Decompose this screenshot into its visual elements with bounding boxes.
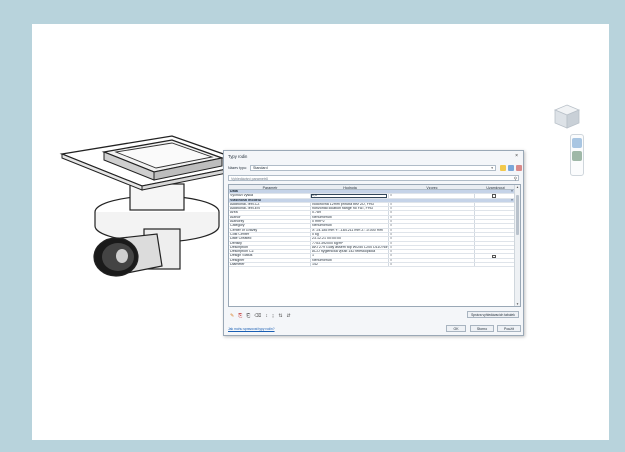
parameter-name-cell: Cost Center xyxy=(230,232,250,236)
formula-cell[interactable]: = xyxy=(390,250,474,254)
value-cell[interactable]: 7753.392000 kg/m³ xyxy=(312,242,388,246)
sort-up-icon[interactable]: ↕ xyxy=(265,313,268,319)
formula-cell[interactable]: = xyxy=(390,229,474,233)
column-header-formula[interactable]: Vzorec xyxy=(389,186,475,190)
scroll-down-icon[interactable]: ▾ xyxy=(515,302,520,306)
table-body: Data «Výchozí výška 0,0 = Vlastnosti modelu «… xyxy=(229,190,516,268)
collapse-group-icon[interactable]: « xyxy=(511,199,513,203)
vertical-scrollbar[interactable]: ▴ ▾ xyxy=(514,185,520,306)
help-link[interactable]: Jak mohu spravovat typy rodin? xyxy=(228,327,275,331)
column-header-lock[interactable]: Uzamknout xyxy=(475,186,516,190)
value-cell[interactable]: vodorovná 12mm příruba bez ZU, FHD xyxy=(312,203,388,207)
formula-cell[interactable]: = xyxy=(390,254,474,258)
formula-cell[interactable]: = xyxy=(390,233,474,237)
group-title: Vlastnosti modelu xyxy=(230,198,261,202)
steering-wheel-icon[interactable] xyxy=(572,138,582,148)
formula-cell[interactable]: = xyxy=(390,242,474,246)
new-type-icon[interactable] xyxy=(500,165,506,171)
parameter-name-cell: Design Status xyxy=(230,254,253,258)
value-cell[interactable]: Nenumírnuti xyxy=(312,216,388,220)
cancel-button[interactable]: Storno xyxy=(470,325,494,332)
family-types-dialog: Typy rodin × Název typu: Standard ▾ Vyhl… xyxy=(223,150,524,336)
search-icon[interactable]: ⚲ xyxy=(514,176,517,181)
table-row[interactable]: Diameter 142 = xyxy=(229,263,516,268)
parameter-name-cell: Category xyxy=(230,224,245,228)
parameter-name-cell: Date Created xyxy=(230,237,252,241)
value-cell[interactable]: 1 xyxy=(312,254,388,258)
parameter-name-cell: Výchozí výška xyxy=(230,194,253,198)
type-name-row: Název typu: Standard ▾ xyxy=(228,165,522,171)
viewcube-icon[interactable] xyxy=(552,102,582,132)
parameter-name-cell: Diameter xyxy=(230,263,245,267)
parameter-name-cell: Additional-Text-CZ xyxy=(230,202,260,206)
apply-button[interactable]: Použít xyxy=(497,325,521,332)
search-input[interactable]: Vyhledávání parametrů ⚲ xyxy=(228,175,519,181)
manage-lookup-tables-button[interactable]: Správa vyhledávacích tabulek xyxy=(467,311,519,318)
value-cell[interactable]: 23.12.21 00:00:00 xyxy=(312,237,388,241)
formula-cell[interactable]: = xyxy=(390,259,474,263)
value-cell[interactable]: horizontal location flange no FAT, FHD xyxy=(312,207,388,211)
navigation-bar xyxy=(570,134,584,176)
parameter-name-cell: Author xyxy=(230,215,241,219)
value-cell[interactable]: 0 kg xyxy=(312,233,388,237)
formula-cell[interactable]: = xyxy=(390,216,474,220)
formula-cell[interactable]: = xyxy=(390,246,474,250)
formula-cell[interactable]: = xyxy=(390,263,474,267)
sort-down-icon[interactable]: ↨ xyxy=(272,313,275,319)
scrollbar-thumb[interactable] xyxy=(516,195,519,235)
rename-type-icon[interactable] xyxy=(508,165,514,171)
value-cell[interactable]: 0,0 xyxy=(312,194,388,198)
value-cell[interactable]: X: 24.185 mm Y: -184.211 mm Z: -0.000 mm xyxy=(312,229,388,233)
parameter-name-cell: Authority xyxy=(230,220,245,224)
parameter-name-cell: Description xyxy=(230,245,248,249)
pencil-icon[interactable]: ✎ xyxy=(230,313,234,319)
scroll-up-icon[interactable]: ▴ xyxy=(515,185,520,189)
parameter-name-cell: Designer xyxy=(230,258,245,262)
formula-cell[interactable]: = xyxy=(390,203,474,207)
formula-cell[interactable]: = xyxy=(390,207,474,211)
formula-cell[interactable]: = xyxy=(390,211,474,215)
delete-icon[interactable]: ⌫ xyxy=(254,313,261,319)
value-cell[interactable]: 142 xyxy=(312,263,388,267)
value-cell[interactable]: ACO hygienická vpust 142 teleskopická xyxy=(312,250,388,254)
value-cell[interactable]: AKT279 Gully assem top W/250 L200 D110 h… xyxy=(312,246,388,250)
parameter-name-cell: Density xyxy=(230,241,242,245)
parameter-name-cell: Area xyxy=(230,211,238,215)
new-type-icon[interactable]: ⎘ xyxy=(238,313,242,319)
group-title: Data xyxy=(230,190,238,193)
parameter-toolbar: ✎ ⎘ ⎗ ⌫ ↕ ↨ ⇅ ⇵ xyxy=(230,313,291,319)
parameter-name-cell: Description CZ xyxy=(230,250,254,254)
chevron-down-icon: ▾ xyxy=(491,166,493,170)
formula-cell[interactable]: = xyxy=(390,194,474,198)
parameter-name-cell: Additional-Text-EN xyxy=(230,207,260,211)
formula-cell[interactable]: = xyxy=(390,237,474,241)
rename-icon[interactable]: ⎗ xyxy=(246,313,250,319)
search-placeholder: Vyhledávání parametrů xyxy=(231,176,269,181)
lock-checkbox[interactable] xyxy=(492,254,496,259)
lock-checkbox[interactable] xyxy=(492,194,496,199)
collapse-group-icon[interactable]: « xyxy=(511,190,513,194)
column-header-parameter[interactable]: Parametr xyxy=(229,186,311,190)
formula-cell[interactable]: = xyxy=(390,224,474,228)
zoom-icon[interactable] xyxy=(572,151,582,161)
type-name-select[interactable]: Standard ▾ xyxy=(250,165,496,171)
move-down-icon[interactable]: ⇵ xyxy=(287,313,291,319)
move-up-icon[interactable]: ⇅ xyxy=(278,313,282,319)
delete-type-icon[interactable] xyxy=(516,165,522,171)
column-header-value[interactable]: Hodnota xyxy=(311,186,389,190)
value-cell[interactable]: 0.789 xyxy=(312,211,388,215)
parameter-name-cell: Center of Gravity xyxy=(230,228,258,232)
value-cell[interactable]: Nenumírnuti xyxy=(312,224,388,228)
close-icon[interactable]: × xyxy=(515,153,518,159)
dialog-title: Typy rodin xyxy=(228,154,248,159)
value-cell[interactable]: Nenumírnuti xyxy=(312,259,388,263)
formula-cell[interactable]: = xyxy=(390,220,474,224)
value-cell[interactable]: 0 mm^2 xyxy=(312,220,388,224)
ok-button[interactable]: OK xyxy=(446,325,466,332)
parameters-table: Parametr Hodnota Vzorec Uzamknout Data « V… xyxy=(228,184,521,307)
type-name-label: Název typu: xyxy=(228,166,247,170)
